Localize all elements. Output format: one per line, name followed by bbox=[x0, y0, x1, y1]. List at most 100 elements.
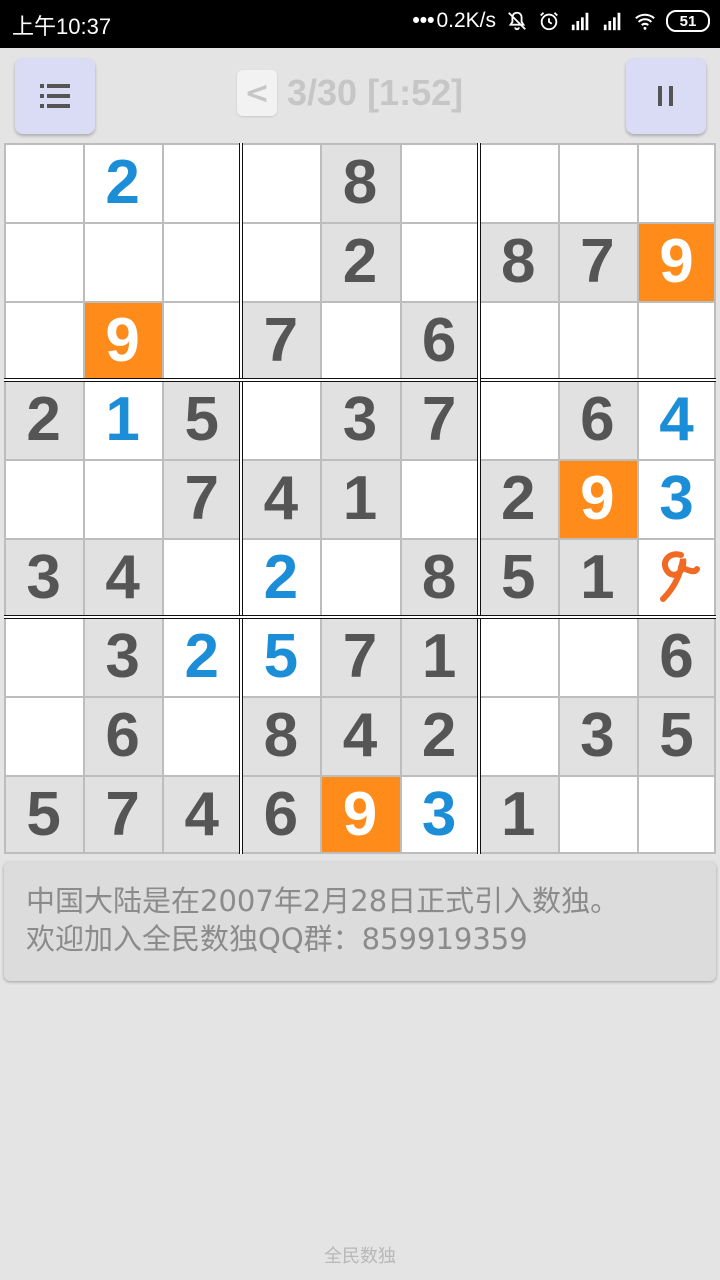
sudoku-cell-empty[interactable] bbox=[162, 222, 242, 301]
previous-puzzle-button[interactable]: < bbox=[237, 70, 277, 116]
grid-line bbox=[162, 143, 165, 854]
sudoku-cell-highlighted[interactable]: 9 bbox=[636, 222, 716, 301]
sudoku-cell-empty[interactable] bbox=[399, 222, 479, 301]
sudoku-cell-given[interactable]: 1 bbox=[478, 775, 558, 854]
sudoku-cell-empty[interactable] bbox=[478, 380, 558, 459]
sudoku-cell-entered[interactable]: 4 bbox=[636, 380, 716, 459]
sudoku-cell-given[interactable]: 7 bbox=[557, 222, 637, 301]
sudoku-cell-empty[interactable] bbox=[4, 459, 84, 538]
sudoku-cell-given[interactable]: 3 bbox=[4, 538, 84, 617]
sudoku-cell-given[interactable]: 5 bbox=[162, 380, 242, 459]
sudoku-cell-given[interactable]: 4 bbox=[320, 696, 400, 775]
sudoku-cell-given[interactable]: 4 bbox=[162, 775, 242, 854]
sudoku-cell-empty[interactable] bbox=[557, 143, 637, 222]
hamburger-icon bbox=[40, 84, 70, 108]
sudoku-cell-empty[interactable] bbox=[399, 143, 479, 222]
sudoku-cell-entered[interactable]: 2 bbox=[162, 617, 242, 696]
sudoku-cell-highlighted[interactable]: 9 bbox=[83, 301, 163, 380]
sudoku-cell-empty[interactable] bbox=[4, 143, 84, 222]
sudoku-cell-entered[interactable]: 3 bbox=[636, 459, 716, 538]
sudoku-cell-given[interactable]: 6 bbox=[399, 301, 479, 380]
sudoku-cell-given[interactable]: 6 bbox=[636, 617, 716, 696]
sudoku-cell-empty[interactable] bbox=[320, 538, 400, 617]
grid-line bbox=[714, 143, 716, 854]
sudoku-cell-empty[interactable] bbox=[241, 380, 321, 459]
sudoku-cell-highlighted[interactable]: 9 bbox=[320, 775, 400, 854]
sudoku-cell-entered[interactable]: 1 bbox=[83, 380, 163, 459]
sudoku-cell-given[interactable]: 3 bbox=[83, 617, 163, 696]
sudoku-cell-given[interactable]: 7 bbox=[162, 459, 242, 538]
sudoku-cell-given[interactable]: 6 bbox=[83, 696, 163, 775]
sudoku-cell-empty[interactable] bbox=[83, 459, 163, 538]
sudoku-cell-empty[interactable] bbox=[4, 696, 84, 775]
sudoku-cell-empty[interactable] bbox=[162, 143, 242, 222]
sudoku-cell-given[interactable]: 5 bbox=[4, 775, 84, 854]
sudoku-cell-given[interactable]: 1 bbox=[399, 617, 479, 696]
sudoku-cell-empty[interactable] bbox=[162, 538, 242, 617]
sudoku-cell-empty[interactable] bbox=[636, 301, 716, 380]
sudoku-cell-empty[interactable] bbox=[241, 222, 321, 301]
grid-line bbox=[4, 775, 716, 777]
sudoku-cell-given[interactable]: 1 bbox=[557, 538, 637, 617]
grid-line bbox=[4, 696, 716, 698]
sudoku-cell-empty[interactable] bbox=[636, 775, 716, 854]
sudoku-cell-empty[interactable] bbox=[478, 617, 558, 696]
grid-line bbox=[4, 143, 716, 145]
sudoku-cell-entered[interactable]: 2 bbox=[241, 538, 321, 617]
sudoku-cell-empty[interactable] bbox=[162, 696, 242, 775]
sudoku-cell-given[interactable]: 8 bbox=[241, 696, 321, 775]
sudoku-cell-given[interactable]: 2 bbox=[4, 380, 84, 459]
sudoku-cell-empty[interactable] bbox=[4, 222, 84, 301]
sudoku-cell-given[interactable]: 2 bbox=[320, 222, 400, 301]
sudoku-cell-empty[interactable] bbox=[557, 301, 637, 380]
sudoku-cell-given[interactable]: 7 bbox=[399, 380, 479, 459]
sudoku-cell-given[interactable]: 8 bbox=[478, 222, 558, 301]
sudoku-cell-empty[interactable] bbox=[241, 143, 321, 222]
grid-line bbox=[4, 459, 716, 461]
sudoku-cell-empty[interactable] bbox=[83, 222, 163, 301]
sudoku-cell-empty[interactable] bbox=[399, 459, 479, 538]
sudoku-cell-given[interactable]: 4 bbox=[83, 538, 163, 617]
sudoku-cell-given[interactable]: 8 bbox=[320, 143, 400, 222]
top-toolbar: < 3/30 [1:52] bbox=[0, 48, 720, 140]
sudoku-cell-empty[interactable] bbox=[162, 301, 242, 380]
sudoku-cell-given[interactable]: 3 bbox=[320, 380, 400, 459]
sudoku-cell-empty[interactable] bbox=[4, 617, 84, 696]
sudoku-cell-scribble[interactable] bbox=[636, 538, 716, 617]
sudoku-cell-given[interactable]: 6 bbox=[241, 775, 321, 854]
grid-line bbox=[83, 143, 86, 854]
sudoku-cell-given[interactable]: 3 bbox=[557, 696, 637, 775]
sudoku-cell-empty[interactable] bbox=[557, 617, 637, 696]
sudoku-cell-given[interactable]: 5 bbox=[636, 696, 716, 775]
sudoku-cell-given[interactable]: 8 bbox=[399, 538, 479, 617]
pause-icon bbox=[658, 86, 673, 106]
sudoku-cell-given[interactable]: 6 bbox=[557, 380, 637, 459]
sudoku-cell-empty[interactable] bbox=[320, 301, 400, 380]
sudoku-cell-given[interactable]: 2 bbox=[399, 696, 479, 775]
sudoku-cell-given[interactable]: 2 bbox=[478, 459, 558, 538]
puzzle-progress-timer: 3/30 [1:52] bbox=[287, 72, 464, 113]
pause-button[interactable] bbox=[626, 58, 706, 134]
more-dots-icon: ••• bbox=[412, 9, 435, 32]
sudoku-cell-given[interactable]: 7 bbox=[320, 617, 400, 696]
sudoku-cell-entered[interactable]: 3 bbox=[399, 775, 479, 854]
sudoku-cell-entered[interactable]: 5 bbox=[241, 617, 321, 696]
sudoku-cell-highlighted[interactable]: 9 bbox=[557, 459, 637, 538]
grid-line bbox=[4, 301, 716, 303]
sudoku-cell-empty[interactable] bbox=[478, 301, 558, 380]
sudoku-cell-empty[interactable] bbox=[4, 301, 84, 380]
sudoku-cell-given[interactable]: 7 bbox=[83, 775, 163, 854]
sudoku-cell-given[interactable]: 1 bbox=[320, 459, 400, 538]
signal-icon-2 bbox=[603, 12, 621, 31]
sudoku-cell-given[interactable]: 7 bbox=[241, 301, 321, 380]
sudoku-cell-empty[interactable] bbox=[557, 775, 637, 854]
sudoku-cell-empty[interactable] bbox=[478, 143, 558, 222]
sudoku-cell-given[interactable]: 4 bbox=[241, 459, 321, 538]
grid-line bbox=[4, 143, 6, 854]
sudoku-cell-entered[interactable]: 2 bbox=[83, 143, 163, 222]
sudoku-cell-given[interactable]: 5 bbox=[478, 538, 558, 617]
sudoku-cell-empty[interactable] bbox=[636, 143, 716, 222]
sudoku-cell-empty[interactable] bbox=[478, 696, 558, 775]
info-line-2: 欢迎加入全民数独QQ群：859919359 bbox=[26, 922, 528, 956]
menu-button[interactable] bbox=[15, 58, 95, 134]
